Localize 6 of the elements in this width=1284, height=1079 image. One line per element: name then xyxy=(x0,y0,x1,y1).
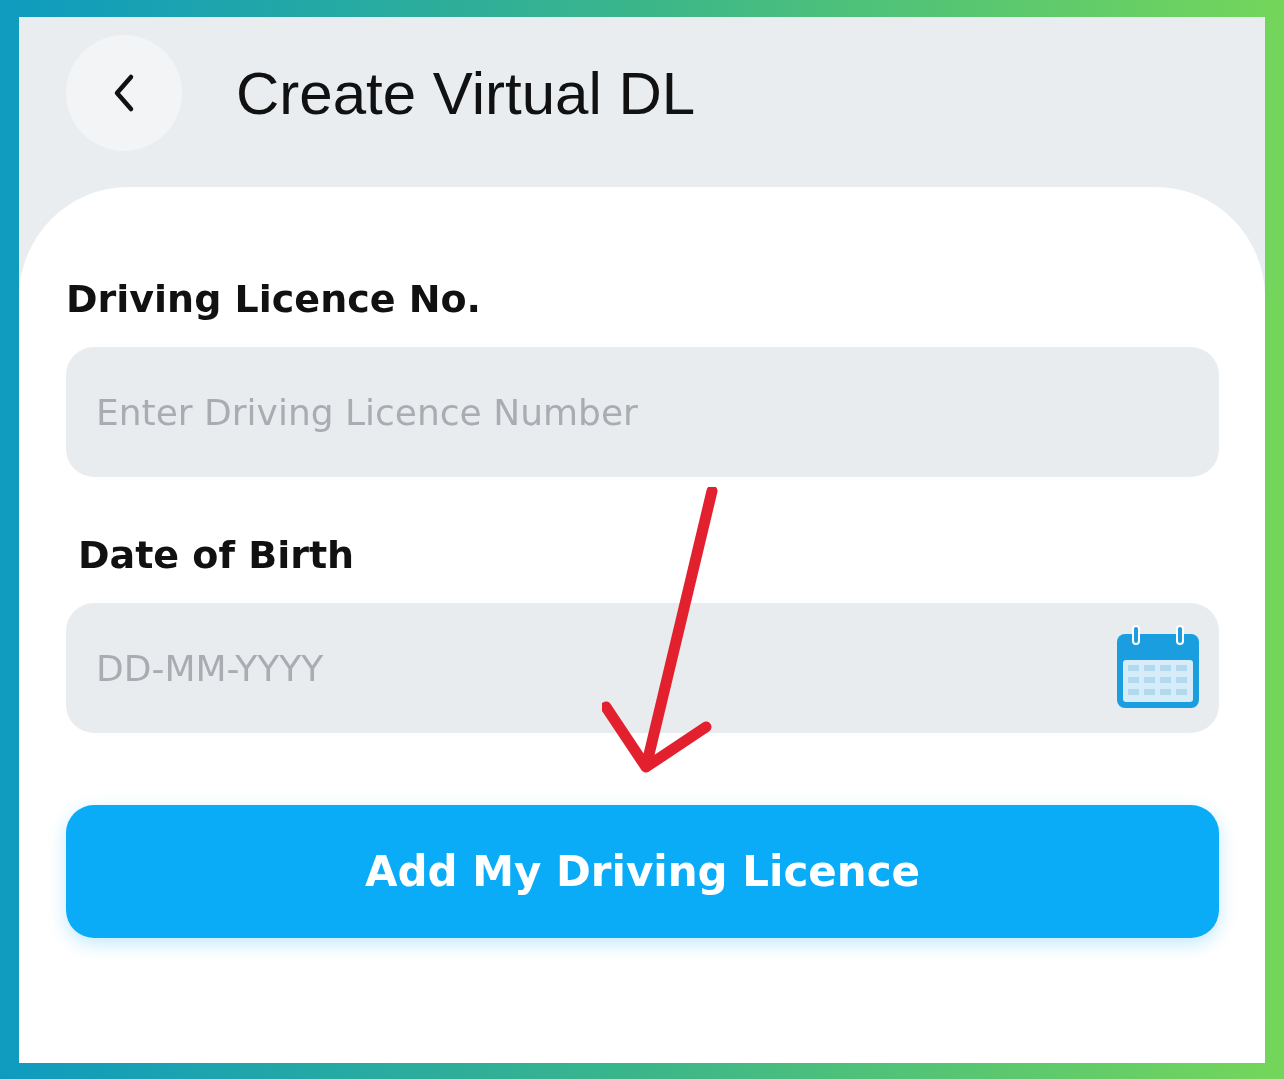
field-label: Driving Licence No. xyxy=(66,277,483,321)
screen-title: Create Virtual DL xyxy=(236,58,696,128)
date-field[interactable]: DD-MM-YYYY xyxy=(66,603,1219,733)
field-label: Date of Birth xyxy=(77,533,356,577)
input-field[interactable]: Enter Driving Licence Number xyxy=(66,347,1219,477)
submit-button[interactable]: Add My Driving Licence xyxy=(66,805,1219,938)
